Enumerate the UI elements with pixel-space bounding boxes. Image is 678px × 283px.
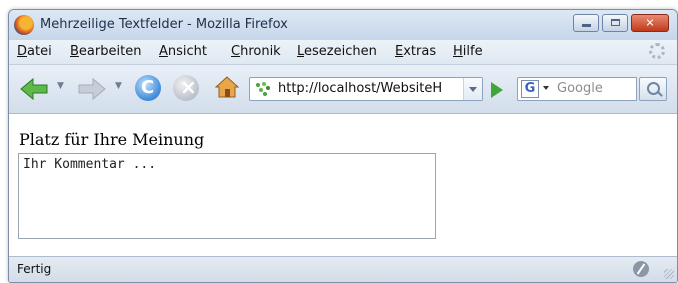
google-icon: G xyxy=(521,80,539,98)
search-placeholder: Google xyxy=(557,81,603,96)
chevron-down-icon xyxy=(543,86,549,90)
resize-grip-icon[interactable] xyxy=(664,269,674,279)
comment-label: Platz für Ihre Meinung xyxy=(19,130,205,149)
close-button[interactable]: ✕ xyxy=(631,14,669,32)
close-icon: ✕ xyxy=(645,16,655,30)
menu-item-label: Datei xyxy=(17,44,52,59)
menu-item-label: Hilfe xyxy=(453,44,483,59)
menu-item-label: Ansicht xyxy=(159,44,208,59)
maximize-icon xyxy=(611,19,620,26)
throbber-icon xyxy=(649,43,665,59)
url-bar[interactable]: http://localhost/WebsiteH xyxy=(249,77,483,101)
home-icon[interactable] xyxy=(215,75,239,99)
menu-item-ansicht[interactable]: Ansicht xyxy=(159,44,207,59)
forward-icon[interactable] xyxy=(77,77,107,101)
browser-window: Mehrzeilige Textfelder - Mozilla Firefox… xyxy=(8,9,678,283)
menu-item-bearbeiten[interactable]: Bearbeiten xyxy=(70,44,141,59)
status-bar: Fertig xyxy=(9,256,677,282)
menu-item-label: Bearbeiten xyxy=(70,44,142,59)
firefox-icon xyxy=(14,15,34,35)
window-title: Mehrzeilige Textfelder - Mozilla Firefox xyxy=(40,17,288,32)
comment-textarea[interactable]: Ihr Kommentar ... xyxy=(18,153,436,239)
menu-item-datei[interactable]: Datei xyxy=(17,44,52,59)
minimize-icon xyxy=(582,24,591,27)
title-bar: Mehrzeilige Textfelder - Mozilla Firefox… xyxy=(9,10,677,40)
menu-item-label: Chronik xyxy=(231,44,281,59)
menu-item-label: Extras xyxy=(395,44,437,59)
menu-bar: Datei Bearbeiten Ansicht Chronik Lesezei… xyxy=(9,40,677,65)
url-dropdown-icon[interactable] xyxy=(463,78,482,100)
search-engine-selector[interactable]: G xyxy=(517,77,553,101)
search-input[interactable]: Google xyxy=(553,77,637,101)
forward-history-dropdown-icon[interactable]: ▼ xyxy=(115,81,122,91)
menu-item-lesezeichen[interactable]: Lesezeichen xyxy=(297,44,377,59)
status-text: Fertig xyxy=(17,262,52,276)
maximize-button[interactable] xyxy=(602,14,628,32)
reload-icon[interactable] xyxy=(135,75,161,101)
go-icon[interactable] xyxy=(491,82,503,98)
menu-item-chronik[interactable]: Chronik xyxy=(231,44,281,59)
back-history-dropdown-icon[interactable]: ▼ xyxy=(57,81,64,91)
page-content: Platz für Ihre Meinung Ihr Kommentar ... xyxy=(9,114,677,256)
menu-item-label: Lesezeichen xyxy=(297,44,377,59)
site-favicon-icon xyxy=(256,82,270,96)
navigation-toolbar: ▼ ▼ http://localhost/WebsiteH G Google xyxy=(9,65,677,114)
menu-item-extras[interactable]: Extras xyxy=(395,44,436,59)
stop-icon[interactable] xyxy=(173,75,199,101)
back-icon[interactable] xyxy=(19,77,49,101)
url-text[interactable]: http://localhost/WebsiteH xyxy=(278,81,452,96)
security-status-icon[interactable] xyxy=(633,261,649,277)
menu-item-hilfe[interactable]: Hilfe xyxy=(453,44,483,59)
search-button[interactable] xyxy=(639,77,667,101)
search-icon-handle xyxy=(657,91,663,97)
minimize-button[interactable] xyxy=(573,14,599,32)
